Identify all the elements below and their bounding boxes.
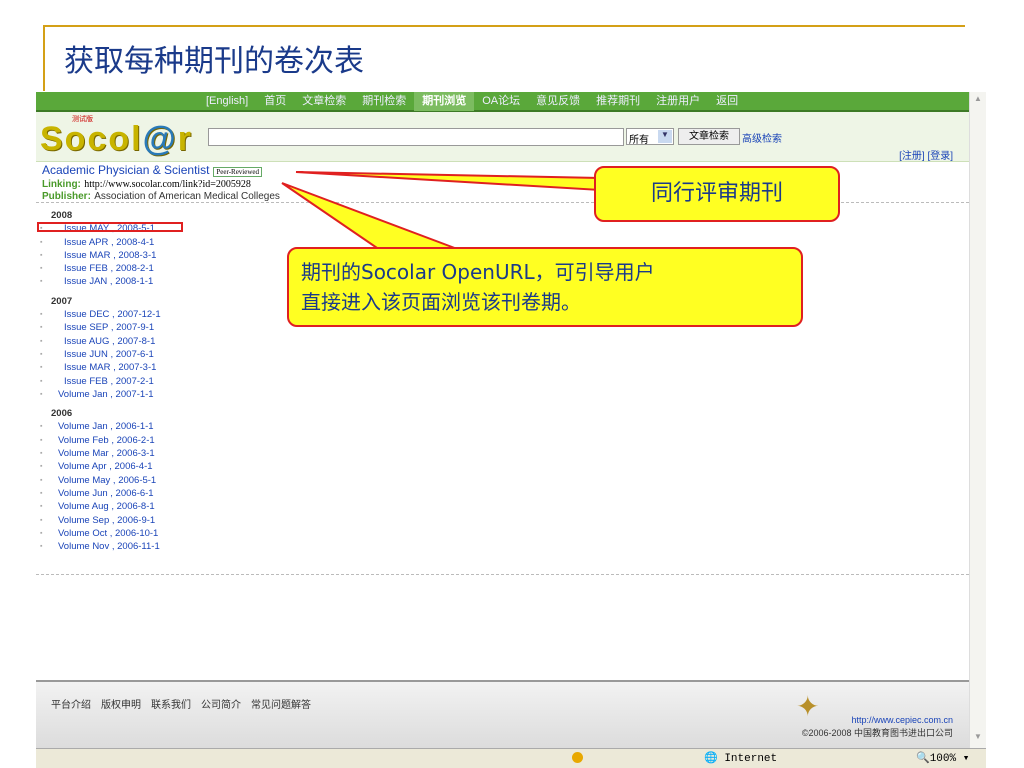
callout-line: 期刊的Socolar OpenURL，可引导用户 xyxy=(301,260,655,284)
callout-line: 直接进入该页面浏览该刊卷期。 xyxy=(301,290,581,314)
callout-peer-reviewed: 同行评审期刊 xyxy=(594,166,840,222)
callout1-pointer xyxy=(295,171,601,192)
callout-openurl: 期刊的Socolar OpenURL，可引导用户 直接进入该页面浏览该刊卷期。 xyxy=(287,247,803,327)
callout-pointers xyxy=(281,171,601,251)
callout2-pointer xyxy=(281,182,461,251)
